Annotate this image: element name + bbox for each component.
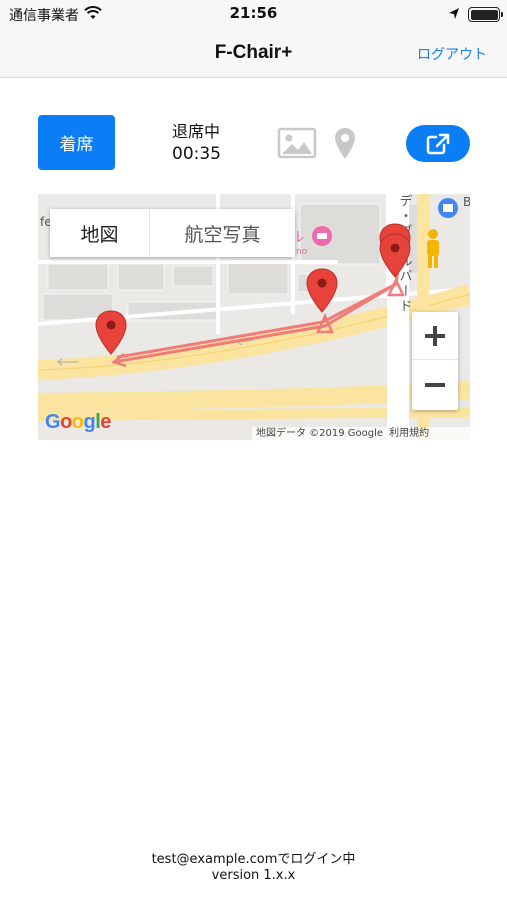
status-label: 退席中 bbox=[172, 122, 221, 141]
zoom-in-button[interactable] bbox=[412, 312, 458, 360]
battery-icon bbox=[468, 7, 503, 22]
location-pin-icon[interactable] bbox=[334, 127, 356, 160]
map-attribution: 地図データ ©2019 Google 利用規約 bbox=[252, 427, 470, 440]
map-type-satellite-button[interactable]: 航空写真 bbox=[150, 209, 295, 257]
svg-text:B: B bbox=[463, 195, 470, 209]
minus-icon bbox=[425, 383, 445, 387]
location-arrow-icon bbox=[449, 8, 459, 19]
pegman-icon[interactable] bbox=[423, 228, 443, 270]
terms-link[interactable]: 利用規約 bbox=[389, 428, 429, 439]
zoom-out-button[interactable] bbox=[412, 361, 458, 409]
footer: test@example.comでログイン中 version 1.x.x bbox=[0, 852, 507, 884]
version-label: version 1.x.x bbox=[211, 868, 296, 883]
photo-icon[interactable] bbox=[277, 127, 317, 159]
map-type-control: 地図 航空写真 bbox=[50, 209, 295, 257]
open-external-button[interactable] bbox=[406, 125, 470, 162]
login-status: test@example.comでログイン中 bbox=[151, 852, 356, 867]
external-link-icon bbox=[426, 133, 450, 154]
map-data-credit: 地図データ ©2019 Google bbox=[256, 428, 384, 439]
svg-text:no: no bbox=[296, 247, 308, 257]
away-timer: 00:35 bbox=[172, 144, 221, 164]
seat-button[interactable]: 着席 bbox=[38, 115, 115, 170]
zoom-control bbox=[412, 312, 458, 410]
nav-bar: F-Chair+ ログアウト bbox=[0, 30, 507, 78]
map-type-map-button[interactable]: 地図 bbox=[50, 209, 150, 257]
status-bar: 通信事業者 21:56 bbox=[0, 0, 507, 30]
plus-icon bbox=[425, 325, 445, 346]
map-view[interactable]: ル no fe B デ・ブールバード bbox=[38, 194, 470, 440]
logout-button[interactable]: ログアウト bbox=[417, 44, 487, 64]
seat-status: 退席中 00:35 bbox=[172, 121, 221, 165]
google-logo: Google bbox=[45, 411, 111, 433]
status-time: 21:56 bbox=[229, 4, 278, 22]
